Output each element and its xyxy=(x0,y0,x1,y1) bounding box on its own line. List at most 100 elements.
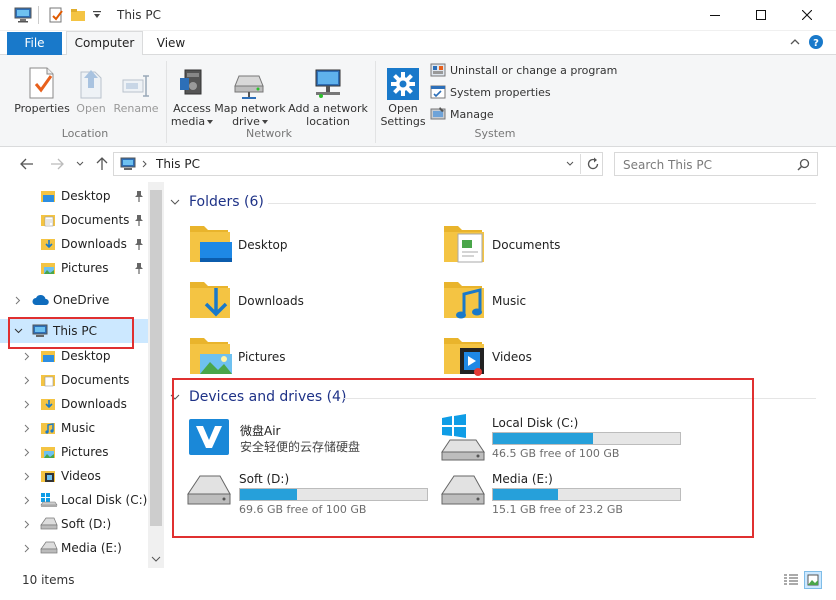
close-button[interactable] xyxy=(784,0,830,30)
nav-item-pictures[interactable]: Pictures xyxy=(0,440,148,464)
this-pc-icon xyxy=(120,157,136,171)
breadcrumb-this-pc[interactable]: This PC xyxy=(156,157,200,171)
breadcrumb-chevron-icon[interactable] xyxy=(142,160,148,168)
expand-chevron-icon[interactable] xyxy=(24,376,30,385)
nav-item-music[interactable]: Music xyxy=(0,416,148,440)
group-separator xyxy=(166,61,167,143)
group-label-network: Network xyxy=(246,127,292,140)
nav-item-quick-downloads[interactable]: Downloads xyxy=(0,232,148,256)
uninstall-icon xyxy=(430,63,446,77)
add-network-location-icon xyxy=(315,69,341,98)
minimize-button[interactable] xyxy=(692,0,738,30)
collapse-section-icon[interactable] xyxy=(170,198,180,206)
back-arrow-icon[interactable] xyxy=(20,158,34,170)
open-settings-button[interactable]: Open Settings xyxy=(380,62,426,128)
nav-item-downloads[interactable]: Downloads xyxy=(0,392,148,416)
scroll-down-arrow-icon[interactable] xyxy=(151,555,161,563)
forward-arrow-icon[interactable] xyxy=(50,158,64,170)
folder-desktop[interactable]: Desktop xyxy=(188,218,438,270)
new-folder-quick-icon[interactable] xyxy=(70,7,86,23)
pin-icon xyxy=(134,238,144,250)
folder-downloads[interactable]: Downloads xyxy=(188,274,438,326)
recent-locations-chevron-icon[interactable] xyxy=(76,161,84,167)
desktop-folder-icon xyxy=(190,226,232,262)
search-box[interactable]: Search This PC xyxy=(614,152,818,176)
expand-chevron-icon[interactable] xyxy=(24,424,30,433)
expand-chevron-icon[interactable] xyxy=(24,448,30,457)
videos-folder-icon xyxy=(40,468,56,484)
folders-header: Folders (6) xyxy=(189,194,264,210)
section-divider xyxy=(268,203,816,204)
tab-computer[interactable]: Computer xyxy=(66,31,143,56)
system-properties-button[interactable]: System properties xyxy=(430,82,551,102)
downloads-folder-icon xyxy=(40,396,56,412)
nav-item-documents[interactable]: Documents xyxy=(0,368,148,392)
dropdown-arrow-icon xyxy=(207,119,214,124)
maximize-button[interactable] xyxy=(738,0,784,30)
access-media-icon xyxy=(180,69,202,95)
separator xyxy=(38,6,39,24)
pin-icon xyxy=(134,214,144,226)
uninstall-program-button[interactable]: Uninstall or change a program xyxy=(430,60,617,80)
expand-chevron-icon[interactable] xyxy=(24,520,30,529)
expand-chevron-icon[interactable] xyxy=(24,544,30,553)
refresh-icon[interactable] xyxy=(586,157,600,171)
downloads-folder-icon xyxy=(40,236,56,252)
expand-chevron-icon[interactable] xyxy=(15,296,21,305)
folder-videos[interactable]: Videos xyxy=(442,330,692,382)
open-button[interactable]: Open xyxy=(73,62,109,115)
help-icon[interactable]: ? xyxy=(808,34,824,50)
dropdown-arrow-icon xyxy=(261,119,268,124)
status-bar: 10 items xyxy=(0,568,836,600)
up-arrow-icon[interactable] xyxy=(96,157,108,171)
folder-music[interactable]: Music xyxy=(442,274,692,326)
expand-chevron-icon[interactable] xyxy=(24,472,30,481)
add-network-location-button[interactable]: Add a network location xyxy=(288,62,368,128)
desktop-folder-icon xyxy=(40,188,56,204)
pictures-folder-icon xyxy=(40,260,56,276)
expand-chevron-icon[interactable] xyxy=(24,352,30,361)
address-dropdown-icon[interactable] xyxy=(566,161,574,167)
svg-text:?: ? xyxy=(813,38,819,49)
nav-item-quick-documents[interactable]: Documents xyxy=(0,208,148,232)
tab-view[interactable]: View xyxy=(150,32,192,55)
properties-button[interactable]: Properties xyxy=(13,62,71,115)
large-icons-view-icon xyxy=(807,574,819,586)
details-view-icon[interactable] xyxy=(783,573,799,587)
navigation-pane: Desktop Documents Downloads Pictures One… xyxy=(0,182,164,568)
large-icons-view-button[interactable] xyxy=(804,571,822,589)
nav-item-onedrive[interactable]: OneDrive xyxy=(0,288,148,312)
this-pc-icon[interactable] xyxy=(14,7,32,23)
item-count: 10 items xyxy=(22,573,75,587)
music-folder-icon xyxy=(40,420,56,436)
rename-button[interactable]: Rename xyxy=(113,62,159,115)
manage-button[interactable]: Manage xyxy=(430,104,494,124)
expand-chevron-icon[interactable] xyxy=(24,400,30,409)
map-network-drive-button[interactable]: Map network drive xyxy=(214,62,286,128)
tab-file[interactable]: File xyxy=(7,32,62,55)
manage-icon xyxy=(430,107,446,120)
nav-item-media-e[interactable]: Media (E:) xyxy=(0,536,148,560)
nav-item-local-disk-c[interactable]: Local Disk (C:) xyxy=(0,488,148,512)
settings-gear-icon xyxy=(387,68,419,100)
system-properties-icon xyxy=(430,85,446,99)
collapse-ribbon-icon[interactable] xyxy=(790,37,800,47)
folder-pictures[interactable]: Pictures xyxy=(188,330,438,382)
nav-item-quick-desktop[interactable]: Desktop xyxy=(0,184,148,208)
open-icon xyxy=(80,70,102,99)
quick-access-dropdown-icon[interactable] xyxy=(92,10,102,20)
window-title: This PC xyxy=(117,8,161,22)
nav-item-soft-d[interactable]: Soft (D:) xyxy=(0,512,148,536)
expand-chevron-icon[interactable] xyxy=(24,496,30,505)
drive-icon xyxy=(40,540,58,554)
pictures-folder-icon xyxy=(40,444,56,460)
search-icon[interactable] xyxy=(797,158,810,171)
folder-documents[interactable]: Documents xyxy=(442,218,692,270)
properties-quick-icon[interactable] xyxy=(48,7,64,23)
nav-item-quick-pictures[interactable]: Pictures xyxy=(0,256,148,280)
address-bar[interactable]: This PC xyxy=(113,152,603,176)
nav-item-videos[interactable]: Videos xyxy=(0,464,148,488)
access-media-button[interactable]: Access media xyxy=(170,62,214,128)
documents-folder-icon xyxy=(444,226,484,263)
nav-scrollbar-thumb[interactable] xyxy=(150,190,162,526)
